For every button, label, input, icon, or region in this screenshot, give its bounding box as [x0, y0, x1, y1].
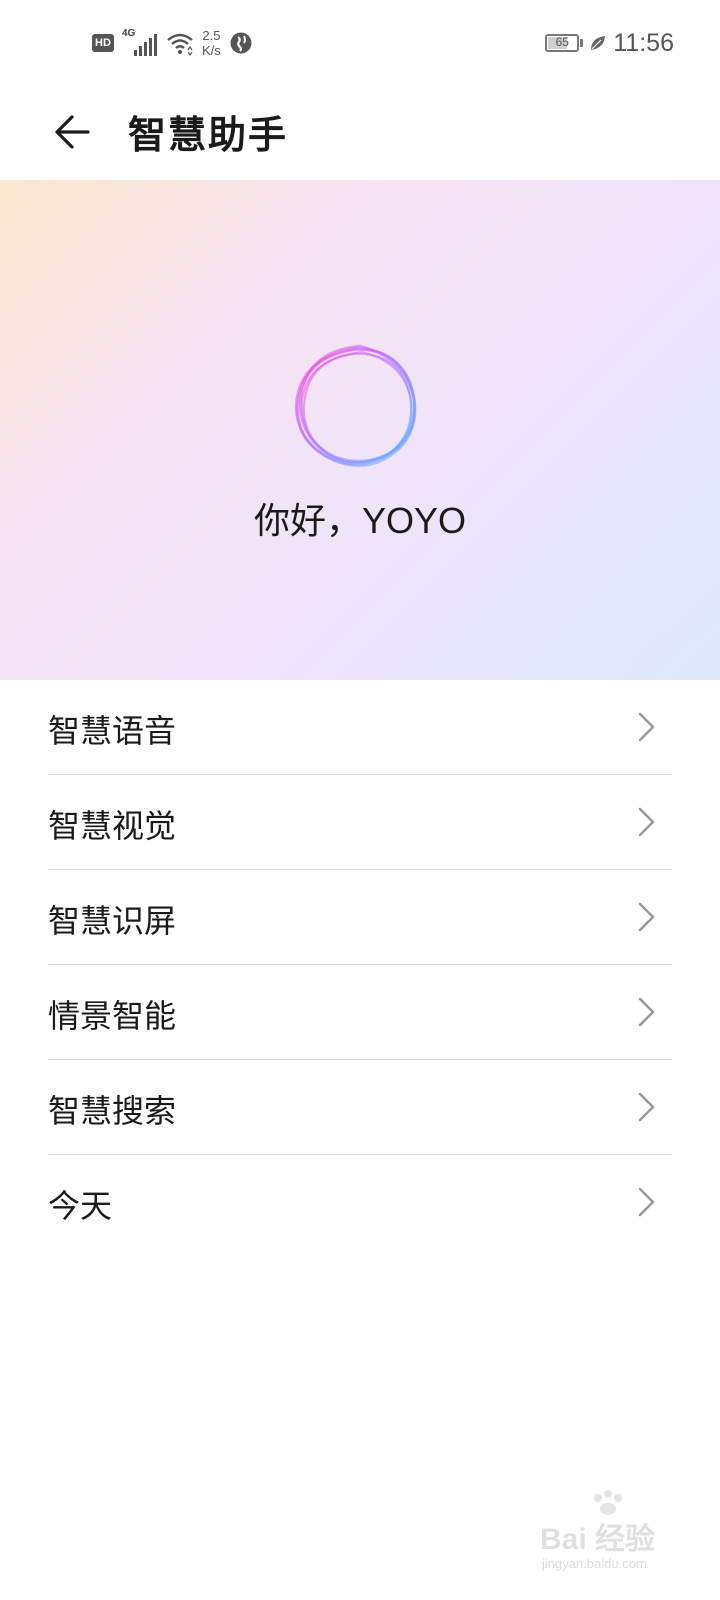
menu-item-label: 智慧视觉 [48, 807, 177, 845]
clock-time: 11:56 [613, 28, 674, 57]
arrow-left-icon [55, 115, 90, 149]
chevron-right-icon [638, 1092, 655, 1122]
menu-item-label: 情景智能 [48, 997, 177, 1035]
hero-banner: 你好，YOYO [0, 180, 720, 680]
paw-logo-icon [594, 1490, 622, 1515]
menu-item-smart-screen-recognition[interactable]: 智慧识屏 [0, 870, 720, 965]
chevron-right-icon [638, 807, 655, 837]
network-type-label: 4G [122, 28, 136, 39]
menu-item-label: 智慧搜索 [48, 1092, 177, 1130]
battery-icon: 65 [545, 34, 580, 52]
status-icons-right: 65 11:56 [545, 26, 674, 60]
chevron-right-icon [638, 902, 655, 932]
back-button[interactable] [40, 100, 104, 164]
page-title: 智慧助手 [128, 113, 289, 157]
network-speed-unit: K/s [202, 43, 221, 58]
battery-level: 65 [555, 35, 569, 49]
chevron-right-icon [638, 712, 655, 742]
status-bar: HD 4G 2.5 K/s 65 11:56 [0, 0, 720, 80]
menu-item-smart-search[interactable]: 智慧搜索 [0, 1060, 720, 1155]
app-header: 智慧助手 [0, 84, 720, 180]
menu-item-label: 今天 [48, 1187, 113, 1225]
watermark-brand: Bai 经验 [540, 1523, 656, 1556]
baidu-watermark: Bai 经验 jingyan.baidu.com [540, 1490, 680, 1580]
signal-icon: 4G [122, 28, 158, 56]
wifi-icon [167, 33, 193, 56]
battery-tip [580, 39, 584, 47]
chevron-right-icon [638, 1187, 655, 1217]
settings-menu-list: 智慧语音 智慧视觉 智慧识屏 情景智能 智慧搜索 今天 [0, 680, 720, 1250]
leaf-icon [591, 36, 606, 50]
network-speed-value: 2.5 [202, 28, 221, 43]
menu-item-smart-voice[interactable]: 智慧语音 [0, 680, 720, 775]
network-speed: 2.5 K/s [202, 28, 221, 58]
menu-item-label: 智慧识屏 [48, 902, 177, 940]
menu-item-today[interactable]: 今天 [0, 1155, 720, 1250]
menu-item-scenario-intelligence[interactable]: 情景智能 [0, 965, 720, 1060]
menu-item-smart-vision[interactable]: 智慧视觉 [0, 775, 720, 870]
voice-orb-icon[interactable] [282, 330, 432, 480]
status-icons-left: HD 4G 2.5 K/s [92, 24, 253, 62]
menu-item-label: 智慧语音 [48, 712, 177, 750]
greeting-text: 你好，YOYO [253, 500, 467, 541]
chevron-right-icon [638, 997, 655, 1027]
hd-icon: HD [92, 34, 114, 52]
globe-icon [230, 32, 252, 54]
watermark-url: jingyan.baidu.com [542, 1556, 647, 1571]
